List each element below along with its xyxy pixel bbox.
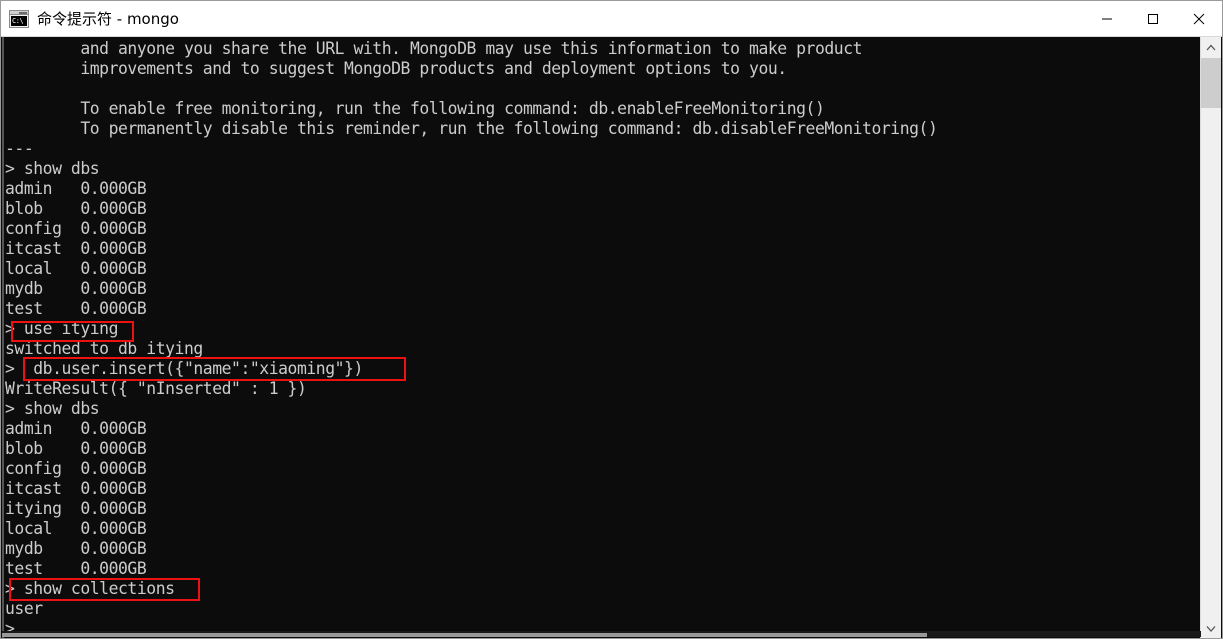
- close-button[interactable]: [1176, 1, 1222, 36]
- chevron-up-icon: [1206, 44, 1216, 50]
- terminal-line: mydb 0.000GB: [5, 279, 147, 298]
- terminal-line: blob 0.000GB: [5, 439, 147, 458]
- chevron-down-icon: [1206, 625, 1216, 632]
- cmd-window: C:\ 命令提示符 - mongo and anyone you share t…: [0, 0, 1223, 639]
- vertical-scrollbar[interactable]: [1200, 37, 1221, 638]
- terminal-line: itying 0.000GB: [5, 499, 147, 518]
- cmd-icon-titlebar: [10, 10, 28, 15]
- terminal-line: test 0.000GB: [5, 559, 147, 578]
- maximize-button[interactable]: [1130, 1, 1176, 36]
- terminal-line: To permanently disable this reminder, ru…: [5, 119, 938, 138]
- window-title: 命令提示符 - mongo: [37, 9, 179, 28]
- terminal-line: > show dbs: [5, 399, 100, 418]
- scroll-down-button[interactable]: [1201, 618, 1221, 638]
- terminal-line: improvements and to suggest MongoDB prod…: [5, 59, 787, 78]
- minimize-button[interactable]: [1084, 1, 1130, 36]
- terminal-line: config 0.000GB: [5, 459, 147, 478]
- maximize-icon: [1148, 13, 1158, 24]
- terminal-line: switched to db itying: [5, 339, 203, 358]
- terminal-line: WriteResult({ "nInserted" : 1 }): [5, 379, 307, 398]
- terminal-line: > show dbs: [5, 159, 100, 178]
- horizontal-scrollbar[interactable]: [2, 631, 1201, 637]
- terminal-line: itcast 0.000GB: [5, 479, 147, 498]
- minimize-icon: [1102, 18, 1112, 19]
- terminal-text: and anyone you share the URL with. Mongo…: [4, 39, 938, 638]
- terminal-output[interactable]: and anyone you share the URL with. Mongo…: [2, 37, 1201, 638]
- terminal-line: admin 0.000GB: [5, 419, 147, 438]
- terminal-line: ---: [5, 139, 34, 158]
- terminal-line: local 0.000GB: [5, 519, 147, 538]
- terminal-line: > db.user.insert({"name":"xiaoming"}): [5, 359, 363, 378]
- terminal-line: > use itying: [5, 319, 119, 338]
- title-bar[interactable]: C:\ 命令提示符 - mongo: [1, 1, 1222, 37]
- cmd-icon-text: C:\: [11, 15, 27, 26]
- window-controls: [1084, 1, 1222, 36]
- terminal-line: mydb 0.000GB: [5, 539, 147, 558]
- scroll-up-button[interactable]: [1201, 37, 1221, 57]
- terminal-line: config 0.000GB: [5, 219, 147, 238]
- terminal-line: blob 0.000GB: [5, 199, 147, 218]
- terminal-line: > show collections: [5, 579, 175, 598]
- terminal-line: To enable free monitoring, run the follo…: [5, 99, 825, 118]
- close-icon: [1193, 13, 1205, 24]
- terminal-line: user: [5, 599, 43, 618]
- terminal-line: admin 0.000GB: [5, 179, 147, 198]
- terminal-line: test 0.000GB: [5, 299, 147, 318]
- vertical-scroll-thumb[interactable]: [1201, 58, 1221, 108]
- terminal-line: itcast 0.000GB: [5, 239, 147, 258]
- terminal-line: and anyone you share the URL with. Mongo…: [5, 39, 863, 58]
- horizontal-scroll-thumb[interactable]: [2, 633, 927, 637]
- cmd-icon: C:\: [9, 9, 29, 28]
- terminal-line: local 0.000GB: [5, 259, 147, 278]
